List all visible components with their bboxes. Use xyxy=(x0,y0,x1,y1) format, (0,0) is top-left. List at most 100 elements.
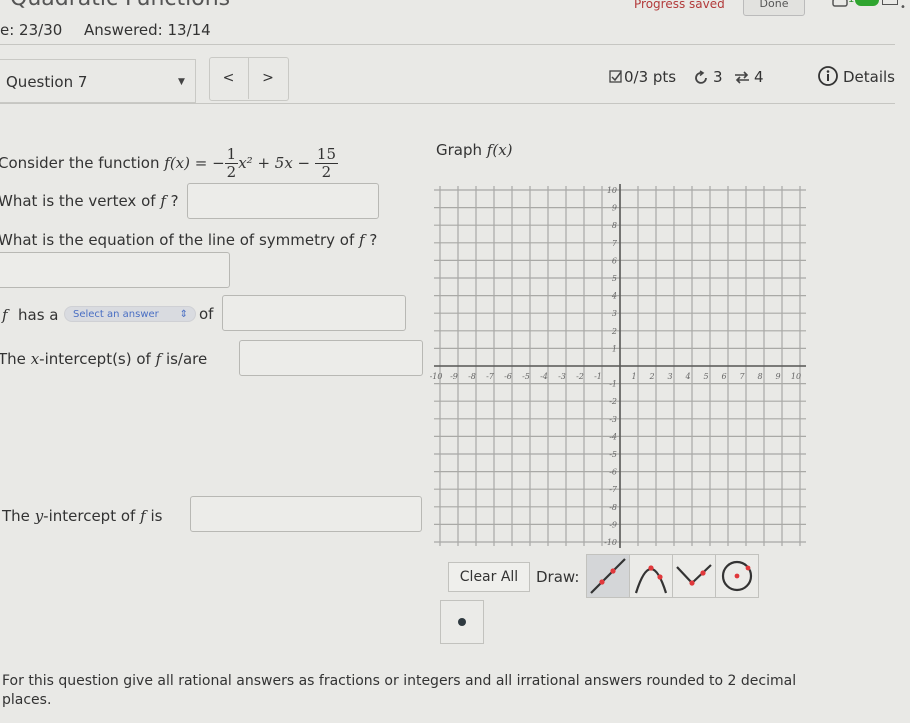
y-tick-label: -3 xyxy=(609,415,617,424)
divider xyxy=(0,44,895,45)
y-tick-label: -2 xyxy=(609,397,617,406)
y-tick-label: 6 xyxy=(612,256,617,265)
function-lhs: f(x) = − xyxy=(164,154,225,172)
extremum-value-input[interactable] xyxy=(222,295,406,331)
y-tick-label: -10 xyxy=(604,538,617,547)
frac-num: 15 xyxy=(314,145,338,164)
fraction-fifteen-halves: 15 2 xyxy=(314,145,338,181)
function-mid: x² + 5x − xyxy=(238,154,311,172)
question-intro: Consider the function f(x) = −1 2 x² + 5x … xyxy=(0,146,338,181)
next-question-button[interactable]: > xyxy=(249,57,287,99)
y-tick-label: 9 xyxy=(612,204,617,213)
attempts-icon xyxy=(735,71,749,84)
line-tool-button[interactable] xyxy=(586,554,630,598)
x-tick-label: -1 xyxy=(594,372,602,381)
x-tick-label: 8 xyxy=(757,372,762,381)
clear-all-button[interactable]: Clear All xyxy=(448,562,530,592)
y-tick-label: 2 xyxy=(611,327,617,336)
text: -intercept of xyxy=(43,507,136,525)
point-tool-icon xyxy=(458,618,466,626)
y-tick-label: -9 xyxy=(609,520,617,529)
absolute-value-tool-icon xyxy=(676,564,712,586)
circle-tool-button[interactable] xyxy=(715,554,759,598)
graph-func-label: f(x) xyxy=(486,141,513,159)
score-label: e: 23/30 xyxy=(0,21,63,39)
absolute-value-tool-button[interactable] xyxy=(672,554,716,598)
symmetry-input[interactable] xyxy=(0,252,230,288)
text: is/are xyxy=(165,350,208,368)
checkbox-icon xyxy=(609,70,622,83)
chevron-down-icon: ▼ xyxy=(178,77,185,87)
y-tick-label: 4 xyxy=(611,292,617,301)
parabola-tool-button[interactable] xyxy=(629,554,673,598)
x-tick-label: 5 xyxy=(703,372,708,381)
done-button[interactable]: Done xyxy=(743,0,805,16)
x-tick-label: -3 xyxy=(558,372,566,381)
attempts-count: 4 xyxy=(754,68,764,86)
print-icon[interactable] xyxy=(832,0,848,8)
graph-label: Graph xyxy=(436,141,483,159)
window-icon[interactable] xyxy=(882,0,898,5)
frac-den: 2 xyxy=(321,163,332,181)
x-tick-label: -10 xyxy=(430,372,442,381)
has-a-label: has a xyxy=(18,306,59,324)
x-intercepts-input[interactable] xyxy=(239,340,423,376)
f-symbol: f xyxy=(155,350,162,368)
y-intercept-input[interactable] xyxy=(190,496,422,532)
y-tick-label: 3 xyxy=(612,309,617,318)
vertex-prompt-text: What is the vertex of xyxy=(0,192,156,210)
x-tick-label: 1 xyxy=(631,372,636,381)
f-symbol: f xyxy=(140,507,146,525)
x-tick-label: -4 xyxy=(540,372,548,381)
divider xyxy=(0,103,895,104)
toggle-switch[interactable] xyxy=(855,0,879,6)
x-tick-label: -6 xyxy=(504,372,512,381)
y-intercept-prompt: The y-intercept of f is xyxy=(2,507,162,525)
retries-count: 3 xyxy=(713,68,723,86)
info-icon[interactable] xyxy=(817,65,839,87)
y-tick-label: -7 xyxy=(609,485,618,494)
q-mark: ? xyxy=(170,192,179,210)
vertex-input[interactable] xyxy=(187,183,379,219)
x-tick-label: -7 xyxy=(486,372,495,381)
fraction-one-half: 12 xyxy=(224,145,239,181)
points-label: 0/3 pts xyxy=(624,68,677,86)
answered-count: Answered: 13/14 xyxy=(84,21,211,39)
retry-icon xyxy=(695,70,707,84)
select-arrows-icon: ⇕ xyxy=(179,309,188,320)
text: The xyxy=(2,507,30,525)
graph-canvas[interactable]: -10 -9 -8 -7 -6 -5 -4 -3 -2 -1 1 2 3 4 5 6 7 8 9 1010987654… xyxy=(430,180,810,552)
symmetry-prompt-text: What is the equation of the line of symm… xyxy=(0,231,355,249)
parabola-tool-icon xyxy=(634,565,668,594)
x-tick-label: -2 xyxy=(576,372,584,381)
x-tick-label: 4 xyxy=(684,372,690,381)
f-symbol: f xyxy=(2,306,8,324)
x-tick-label: -9 xyxy=(450,372,458,381)
more-icon[interactable]: • xyxy=(900,2,906,13)
graph-prompt: Graph f(x) xyxy=(436,141,513,159)
y-tick-label: -4 xyxy=(609,432,617,441)
line-tool-icon xyxy=(590,558,626,594)
frac-num: 1 xyxy=(224,145,239,164)
progress-status: Progress saved xyxy=(634,0,725,11)
f-symbol: f xyxy=(160,192,166,210)
y-tick-label: -1 xyxy=(609,380,617,389)
text: -intercept(s) of xyxy=(39,350,151,368)
y-tick-label: -5 xyxy=(609,450,617,459)
text: The xyxy=(0,350,26,368)
y-variable: y xyxy=(34,507,44,525)
f-symbol: f xyxy=(359,231,365,249)
x-tick-label: 2 xyxy=(648,372,654,381)
x-variable: x xyxy=(30,350,40,368)
prev-question-button[interactable]: < xyxy=(209,57,249,99)
instructions-note: For this question give all rational answ… xyxy=(2,673,797,708)
details-link[interactable]: Details xyxy=(843,68,895,86)
intro-text: Consider the function xyxy=(0,154,160,172)
x-tick-label: 3 xyxy=(667,372,672,381)
extremum-select[interactable]: Select an answer ⇕ xyxy=(64,306,196,322)
assignment-title: Quadratic Functions xyxy=(10,0,230,11)
point-tool-button[interactable] xyxy=(440,600,484,644)
draw-label: Draw: xyxy=(536,568,580,586)
text: is xyxy=(150,507,163,525)
x-intercept-prompt: The x-intercept(s) of f is/are xyxy=(0,350,207,368)
